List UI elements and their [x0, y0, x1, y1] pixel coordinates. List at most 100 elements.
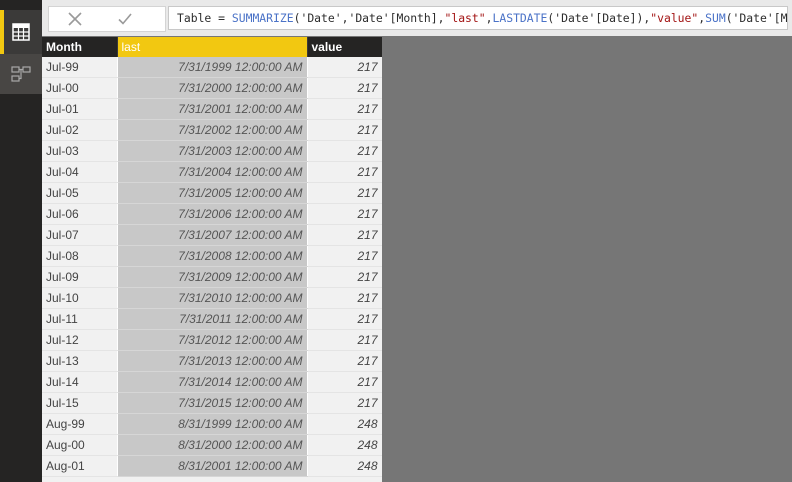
- cell-value[interactable]: 248: [307, 434, 382, 456]
- cell-month[interactable]: Jul-09: [42, 266, 118, 288]
- cell-month[interactable]: Jul-15: [42, 392, 118, 414]
- formula-bar-buttons: [48, 6, 166, 32]
- relationships-view-button[interactable]: [0, 54, 42, 94]
- cell-value[interactable]: 217: [307, 140, 382, 162]
- cell-value[interactable]: 217: [307, 371, 382, 393]
- cell-month[interactable]: Aug-00: [42, 434, 118, 456]
- column-header-last[interactable]: last: [117, 37, 308, 57]
- table-row[interactable]: Jul-09 7/31/2009 12:00:00 AM 217: [42, 266, 382, 288]
- table-row[interactable]: Aug-01 8/31/2001 12:00:00 AM 248: [42, 455, 382, 477]
- cell-month[interactable]: Aug-99: [42, 413, 118, 435]
- cell-last[interactable]: 8/31/1999 12:00:00 AM: [117, 413, 308, 435]
- table-row[interactable]: Jul-12 7/31/2012 12:00:00 AM 217: [42, 329, 382, 351]
- cell-last[interactable]: 7/31/2013 12:00:00 AM: [117, 350, 308, 372]
- table-row[interactable]: Jul-01 7/31/2001 12:00:00 AM 217: [42, 98, 382, 120]
- table-row[interactable]: Jul-03 7/31/2003 12:00:00 AM 217: [42, 140, 382, 162]
- cell-value[interactable]: 217: [307, 287, 382, 309]
- cell-month[interactable]: Jul-02: [42, 119, 118, 141]
- cell-month[interactable]: Jul-10: [42, 287, 118, 309]
- cell-month[interactable]: Jul-04: [42, 161, 118, 183]
- cell-value[interactable]: 217: [307, 77, 382, 99]
- cell-last[interactable]: 8/31/2000 12:00:00 AM: [117, 434, 308, 456]
- table-row[interactable]: Jul-00 7/31/2000 12:00:00 AM 217: [42, 77, 382, 99]
- cell-last[interactable]: 7/31/2014 12:00:00 AM: [117, 371, 308, 393]
- cancel-formula-button[interactable]: [51, 8, 99, 30]
- relationships-icon: [11, 66, 31, 82]
- cell-month[interactable]: Aug-01: [42, 455, 118, 477]
- data-view-button[interactable]: [0, 10, 42, 54]
- cell-last[interactable]: 7/31/2011 12:00:00 AM: [117, 308, 308, 330]
- check-icon: [118, 13, 132, 25]
- formula-token: SUM: [705, 11, 726, 25]
- table-row[interactable]: Aug-00 8/31/2000 12:00:00 AM 248: [42, 434, 382, 456]
- header-row: Month last value: [42, 37, 382, 57]
- cell-month[interactable]: Jul-07: [42, 224, 118, 246]
- cell-month[interactable]: Jul-12: [42, 329, 118, 351]
- cell-value[interactable]: 217: [307, 308, 382, 330]
- table-row[interactable]: Jul-08 7/31/2008 12:00:00 AM 217: [42, 245, 382, 267]
- table-row[interactable]: Jul-07 7/31/2007 12:00:00 AM 217: [42, 224, 382, 246]
- cell-last[interactable]: 7/31/2015 12:00:00 AM: [117, 392, 308, 414]
- cell-value[interactable]: 217: [307, 329, 382, 351]
- cell-month[interactable]: Jul-01: [42, 98, 118, 120]
- cell-value[interactable]: 217: [307, 203, 382, 225]
- cell-last[interactable]: 7/31/2003 12:00:00 AM: [117, 140, 308, 162]
- cell-value[interactable]: 248: [307, 455, 382, 477]
- cell-last[interactable]: 7/31/2004 12:00:00 AM: [117, 161, 308, 183]
- cell-last[interactable]: 7/31/2008 12:00:00 AM: [117, 245, 308, 267]
- view-rail: [0, 0, 42, 482]
- cell-value[interactable]: 217: [307, 350, 382, 372]
- table-row[interactable]: Jul-14 7/31/2014 12:00:00 AM 217: [42, 371, 382, 393]
- table-row[interactable]: Jul-06 7/31/2006 12:00:00 AM 217: [42, 203, 382, 225]
- formula-token: "last": [444, 11, 486, 25]
- cell-value[interactable]: 217: [307, 245, 382, 267]
- cell-value[interactable]: 217: [307, 224, 382, 246]
- table-row[interactable]: Jul-13 7/31/2013 12:00:00 AM 217: [42, 350, 382, 372]
- cell-value[interactable]: 217: [307, 182, 382, 204]
- cell-last[interactable]: 7/31/2002 12:00:00 AM: [117, 119, 308, 141]
- cell-value[interactable]: 217: [307, 266, 382, 288]
- cell-value[interactable]: 217: [307, 119, 382, 141]
- cell-month[interactable]: Jul-08: [42, 245, 118, 267]
- cell-value[interactable]: 248: [307, 413, 382, 435]
- cell-month[interactable]: Jul-99: [42, 57, 118, 78]
- cell-last[interactable]: 7/31/2000 12:00:00 AM: [117, 77, 308, 99]
- cell-month[interactable]: Jul-00: [42, 77, 118, 99]
- cell-month[interactable]: Jul-11: [42, 308, 118, 330]
- data-table: Month last value Jul-99 7/31/1999 12:00:0…: [42, 37, 382, 477]
- cell-month[interactable]: Jul-06: [42, 203, 118, 225]
- cell-month[interactable]: Jul-13: [42, 350, 118, 372]
- cell-last[interactable]: 7/31/2006 12:00:00 AM: [117, 203, 308, 225]
- cell-month[interactable]: Jul-05: [42, 182, 118, 204]
- table-row[interactable]: Jul-10 7/31/2010 12:00:00 AM 217: [42, 287, 382, 309]
- table-row[interactable]: Jul-11 7/31/2011 12:00:00 AM 217: [42, 308, 382, 330]
- formula-input[interactable]: Table = SUMMARIZE('Date','Date'[Month],"…: [168, 6, 788, 30]
- cell-value[interactable]: 217: [307, 161, 382, 183]
- table-row[interactable]: Jul-99 7/31/1999 12:00:00 AM 217: [42, 57, 382, 78]
- cell-value[interactable]: 217: [307, 57, 382, 78]
- cell-month[interactable]: Jul-03: [42, 140, 118, 162]
- cell-last[interactable]: 7/31/2012 12:00:00 AM: [117, 329, 308, 351]
- confirm-formula-button[interactable]: [101, 8, 149, 30]
- cell-last[interactable]: 7/31/2010 12:00:00 AM: [117, 287, 308, 309]
- cell-last[interactable]: 7/31/2009 12:00:00 AM: [117, 266, 308, 288]
- cell-month[interactable]: Jul-14: [42, 371, 118, 393]
- formula-token: SUMMARIZE: [231, 11, 294, 25]
- formula-token: Table =: [177, 11, 232, 25]
- column-header-month[interactable]: Month: [42, 37, 118, 57]
- cell-last[interactable]: 7/31/2001 12:00:00 AM: [117, 98, 308, 120]
- column-header-value[interactable]: value: [307, 37, 382, 57]
- formula-token: ('Date'[Date]),: [547, 11, 651, 25]
- cell-value[interactable]: 217: [307, 392, 382, 414]
- cell-last[interactable]: 7/31/2007 12:00:00 AM: [117, 224, 308, 246]
- data-grid: Month last value Jul-99 7/31/1999 12:00:0…: [42, 37, 382, 482]
- cell-last[interactable]: 7/31/1999 12:00:00 AM: [117, 57, 308, 78]
- table-row[interactable]: Aug-99 8/31/1999 12:00:00 AM 248: [42, 413, 382, 435]
- cell-last[interactable]: 8/31/2001 12:00:00 AM: [117, 455, 308, 477]
- cell-last[interactable]: 7/31/2005 12:00:00 AM: [117, 182, 308, 204]
- table-row[interactable]: Jul-05 7/31/2005 12:00:00 AM 217: [42, 182, 382, 204]
- table-row[interactable]: Jul-02 7/31/2002 12:00:00 AM 217: [42, 119, 382, 141]
- cell-value[interactable]: 217: [307, 98, 382, 120]
- table-row[interactable]: Jul-04 7/31/2004 12:00:00 AM 217: [42, 161, 382, 183]
- table-row[interactable]: Jul-15 7/31/2015 12:00:00 AM 217: [42, 392, 382, 414]
